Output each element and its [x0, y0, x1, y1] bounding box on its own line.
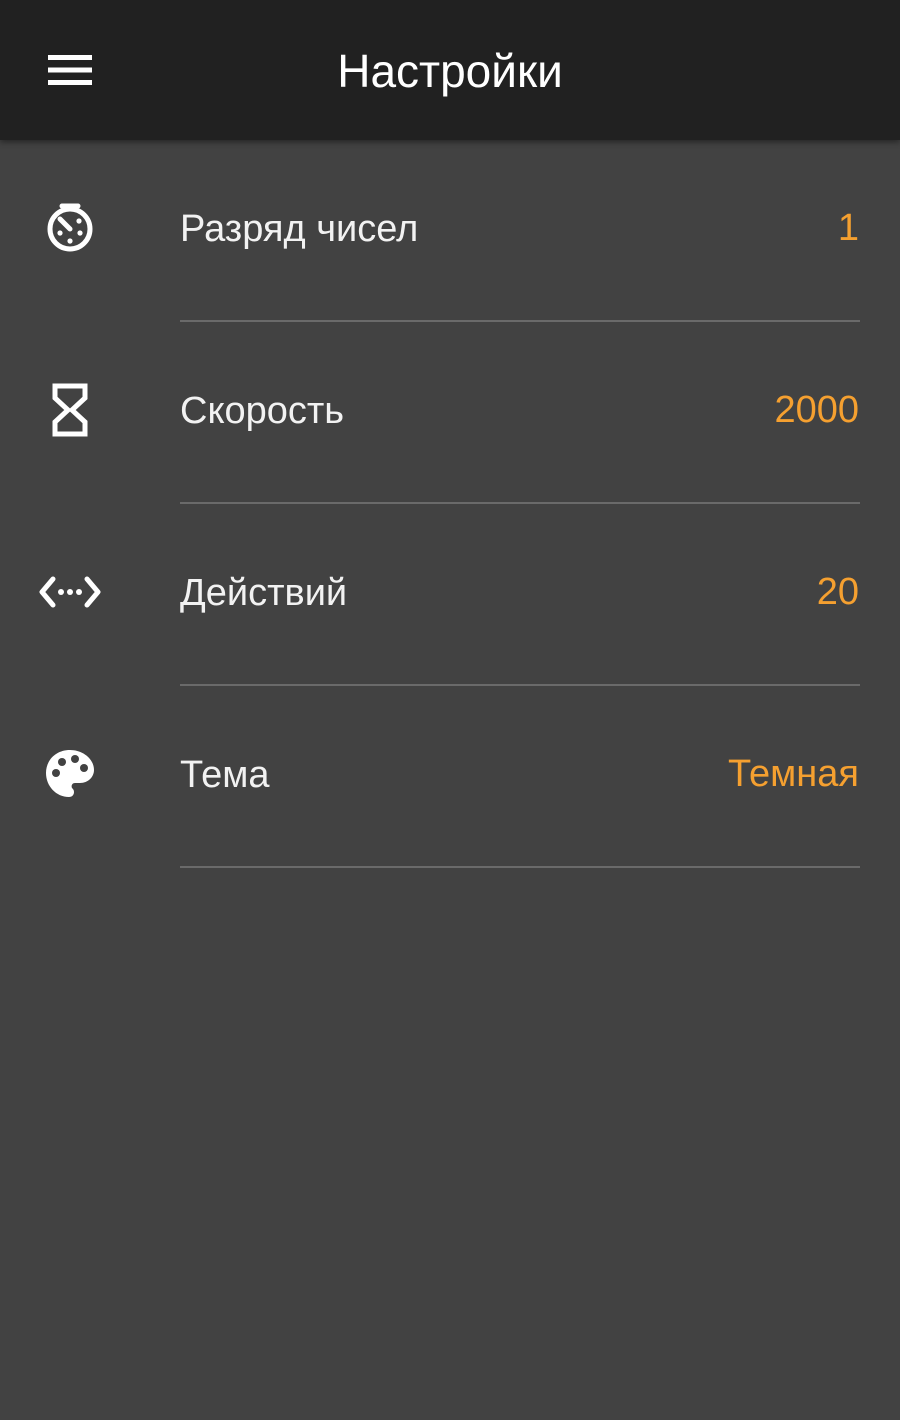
timer-dial-icon — [38, 196, 102, 260]
app-bar: Настройки — [0, 0, 900, 140]
setting-label-digits: Разряд чисел — [180, 208, 419, 250]
setting-label-actions: Действий — [180, 572, 348, 614]
divider — [180, 866, 860, 868]
setting-label-speed: Скорость — [180, 390, 345, 432]
setting-value-speed: 2000 — [774, 389, 859, 431]
setting-row-speed[interactable]: Скорость 2000 — [0, 322, 900, 504]
setting-value-digits: 1 — [837, 207, 859, 249]
setting-value-theme: Темная — [727, 753, 859, 795]
palette-icon — [38, 742, 102, 806]
hourglass-icon — [38, 378, 102, 442]
setting-row-digits[interactable]: Разряд чисел 1 — [0, 140, 900, 322]
settings-list: Разряд чисел 1 Скорость 2000 Действий 20 — [0, 140, 900, 868]
setting-label-theme: Тема — [180, 754, 270, 796]
setting-row-theme[interactable]: Тема Темная — [0, 686, 900, 868]
setting-value-actions: 20 — [816, 571, 859, 613]
code-dots-icon — [38, 560, 102, 624]
setting-row-actions[interactable]: Действий 20 — [0, 504, 900, 686]
page-title: Настройки — [337, 45, 563, 97]
